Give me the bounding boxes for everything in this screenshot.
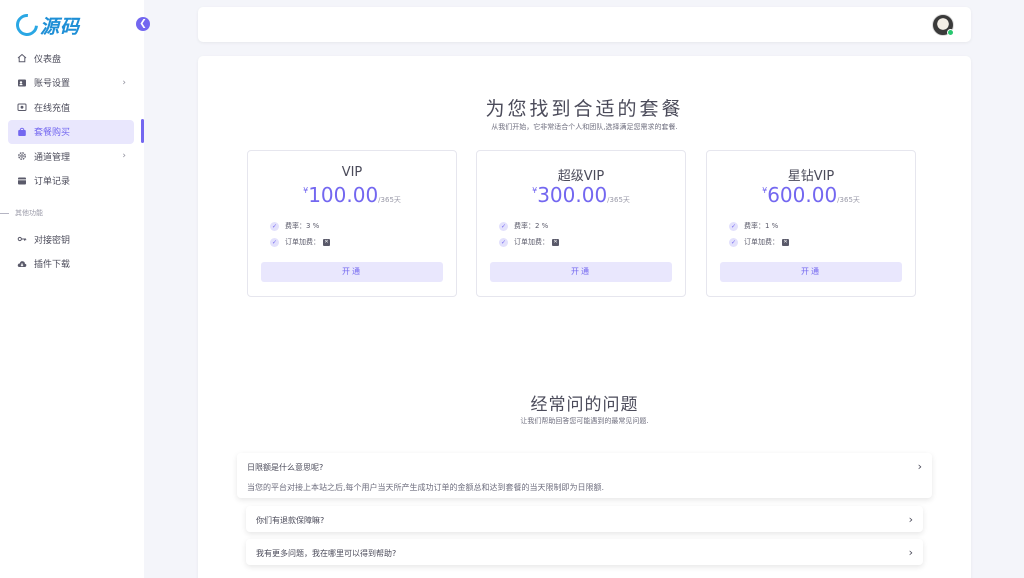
- x-box-icon: ✕: [323, 238, 330, 246]
- sidebar-item-label: 套餐购买: [34, 128, 71, 138]
- price-amount: 100.00: [308, 183, 379, 207]
- feature-rate: ✓ 费率： 2 %: [499, 221, 548, 231]
- plan-name: 超级VIP: [557, 169, 605, 184]
- feature-label: 费率：: [514, 222, 535, 230]
- top-navbar: [198, 7, 971, 42]
- feature-label: 费率：: [285, 222, 306, 230]
- price-amount: 600.00: [767, 183, 838, 207]
- plan-card-super-vip: 超级VIP ¥300.00/365天 ✓ 费率： 2 % ✓ 订单加费： ✕ 开…: [476, 150, 686, 297]
- active-indicator: [141, 119, 144, 143]
- sidebar-item-label: 账号设置: [34, 79, 71, 89]
- chevron-right-icon: ›: [908, 513, 913, 526]
- x-box-icon: ✕: [552, 238, 559, 246]
- collapse-sidebar-button[interactable]: ❮: [136, 17, 150, 31]
- faq-title: 经常问的问题: [530, 395, 639, 415]
- order-icon: [17, 176, 27, 186]
- feature-order-fee: ✓ 订单加费： ✕: [270, 237, 330, 247]
- price-period: /365天: [837, 196, 860, 204]
- chevron-left-icon: ❮: [139, 19, 147, 29]
- brand-logo[interactable]: 源码: [11, 9, 81, 41]
- feature-value: 1 %: [765, 222, 779, 230]
- key-icon: [17, 234, 27, 244]
- plan-price: ¥600.00/365天: [707, 183, 915, 207]
- feature-rate: ✓ 费率： 3 %: [270, 221, 319, 231]
- sidebar-item-label: 插件下载: [34, 260, 71, 270]
- sidebar-item-recharge[interactable]: 在线充值: [8, 95, 134, 119]
- subscribe-button[interactable]: 开通: [490, 262, 672, 282]
- cloud-download-icon: [17, 259, 27, 269]
- chevron-right-icon: ›: [917, 460, 922, 473]
- sidebar-item-dashboard[interactable]: 仪表盘: [8, 46, 134, 70]
- chevron-right-icon: ›: [908, 546, 913, 559]
- sidebar-item-label: 通道管理: [34, 152, 71, 163]
- check-icon: ✓: [729, 221, 738, 231]
- plan-card-vip: VIP ¥100.00/365天 ✓ 费率： 3 % ✓ 订单加费： ✕ 开通: [247, 150, 457, 297]
- x-box-icon: ✕: [782, 238, 789, 246]
- main-nav: 仪表盘 账号设置 › 在线充值 套餐购买 通道管理 › 订单记录: [8, 46, 134, 193]
- plan-card-star-diamond-vip: 星钻VIP ¥600.00/365天 ✓ 费率： 1 % ✓ 订单加费： ✕ 开…: [706, 150, 916, 297]
- divider: [0, 212, 9, 214]
- sidebar-item-account-settings[interactable]: 账号设置 ›: [8, 71, 134, 95]
- pricing-title: 为您找到合适的套餐: [485, 98, 684, 120]
- gear-icon: [17, 151, 27, 161]
- faq-item-expanded[interactable]: 日限额是什么意思呢? 当您的平台对接上本站之后,每个用户当天所产生成功订单的金额…: [237, 453, 932, 498]
- feature-order-fee: ✓ 订单加费： ✕: [729, 237, 789, 247]
- check-icon: ✓: [270, 221, 279, 231]
- feature-value: 2 %: [535, 222, 549, 230]
- faq-answer: 当您的平台对接上本站之后,每个用户当天所产生成功订单的金额总和达到套餐的当天限制…: [247, 483, 605, 492]
- sidebar-item-package-purchase[interactable]: 套餐购买: [8, 119, 134, 144]
- feature-label: 订单加费：: [744, 238, 779, 246]
- feature-order-fee: ✓ 订单加费： ✕: [499, 237, 559, 247]
- chevron-right-icon: ›: [122, 151, 126, 161]
- logo-text: 源码: [40, 15, 81, 38]
- check-icon: ✓: [729, 237, 738, 247]
- sidebar-item-label: 对接密钥: [34, 235, 71, 246]
- price-period: /365天: [607, 196, 630, 204]
- feature-value: 3 %: [306, 222, 320, 230]
- subscribe-button[interactable]: 开通: [720, 262, 902, 282]
- main-content: 为您找到合适的套餐 从我们开始，它非常适合个人和团队,选择满足您需求的套餐. V…: [198, 56, 971, 578]
- plan-price: ¥100.00/365天: [248, 183, 456, 207]
- user-avatar[interactable]: [932, 14, 954, 36]
- section-label-text: 其他功能: [15, 209, 43, 217]
- faq-question: 你们有退款保障嘛?: [256, 516, 325, 525]
- sidebar: 源码 ❮ 仪表盘 账号设置 › 在线充值 套餐购买 通道管理 › 订单记录 其他…: [0, 0, 150, 578]
- faq-item[interactable]: 你们有退款保障嘛? ›: [246, 506, 923, 532]
- faq-subtitle: 让我们帮助回答您可能遇到的最常见问题.: [520, 417, 649, 425]
- faq-question: 我有更多问题，我在哪里可以得到帮助?: [256, 549, 397, 558]
- sidebar-item-label: 订单记录: [34, 177, 71, 187]
- subscribe-button[interactable]: 开通: [261, 262, 443, 282]
- plan-price: ¥300.00/365天: [477, 183, 685, 207]
- home-icon: [17, 53, 27, 63]
- sidebar-item-api-key[interactable]: 对接密钥: [8, 227, 134, 251]
- sidebar-item-channel-management[interactable]: 通道管理 ›: [8, 144, 134, 168]
- sidebar-item-order-records[interactable]: 订单记录: [8, 169, 134, 193]
- feature-label: 费率：: [744, 222, 765, 230]
- check-icon: ✓: [270, 237, 279, 247]
- section-label-other: 其他功能: [0, 207, 144, 219]
- chevron-right-icon: ›: [122, 77, 126, 88]
- faq-item[interactable]: 我有更多问题，我在哪里可以得到帮助? ›: [246, 539, 923, 565]
- price-period: /365天: [378, 196, 401, 204]
- faq-question: 日限额是什么意思呢?: [247, 463, 324, 472]
- user-card-icon: [17, 78, 27, 88]
- wallet-icon: [17, 102, 27, 112]
- feature-label: 订单加费：: [285, 238, 320, 246]
- check-icon: ✓: [499, 237, 508, 247]
- pricing-subtitle: 从我们开始，它非常适合个人和团队,选择满足您需求的套餐.: [491, 123, 678, 131]
- feature-label: 订单加费：: [514, 238, 549, 246]
- plan-name: 星钻VIP: [787, 169, 835, 184]
- sidebar-item-plugin-download[interactable]: 插件下载: [8, 252, 134, 276]
- sidebar-item-label: 在线充值: [34, 103, 71, 114]
- price-amount: 300.00: [537, 183, 608, 207]
- sidebar-item-label: 仪表盘: [34, 54, 62, 65]
- shopping-bag-icon: [17, 127, 27, 137]
- other-nav: 对接密钥 插件下载: [8, 227, 134, 276]
- check-icon: ✓: [499, 221, 508, 231]
- feature-rate: ✓ 费率： 1 %: [729, 221, 778, 231]
- plan-name: VIP: [341, 165, 363, 180]
- online-status-dot: [947, 29, 954, 36]
- logo-icon: [11, 9, 43, 41]
